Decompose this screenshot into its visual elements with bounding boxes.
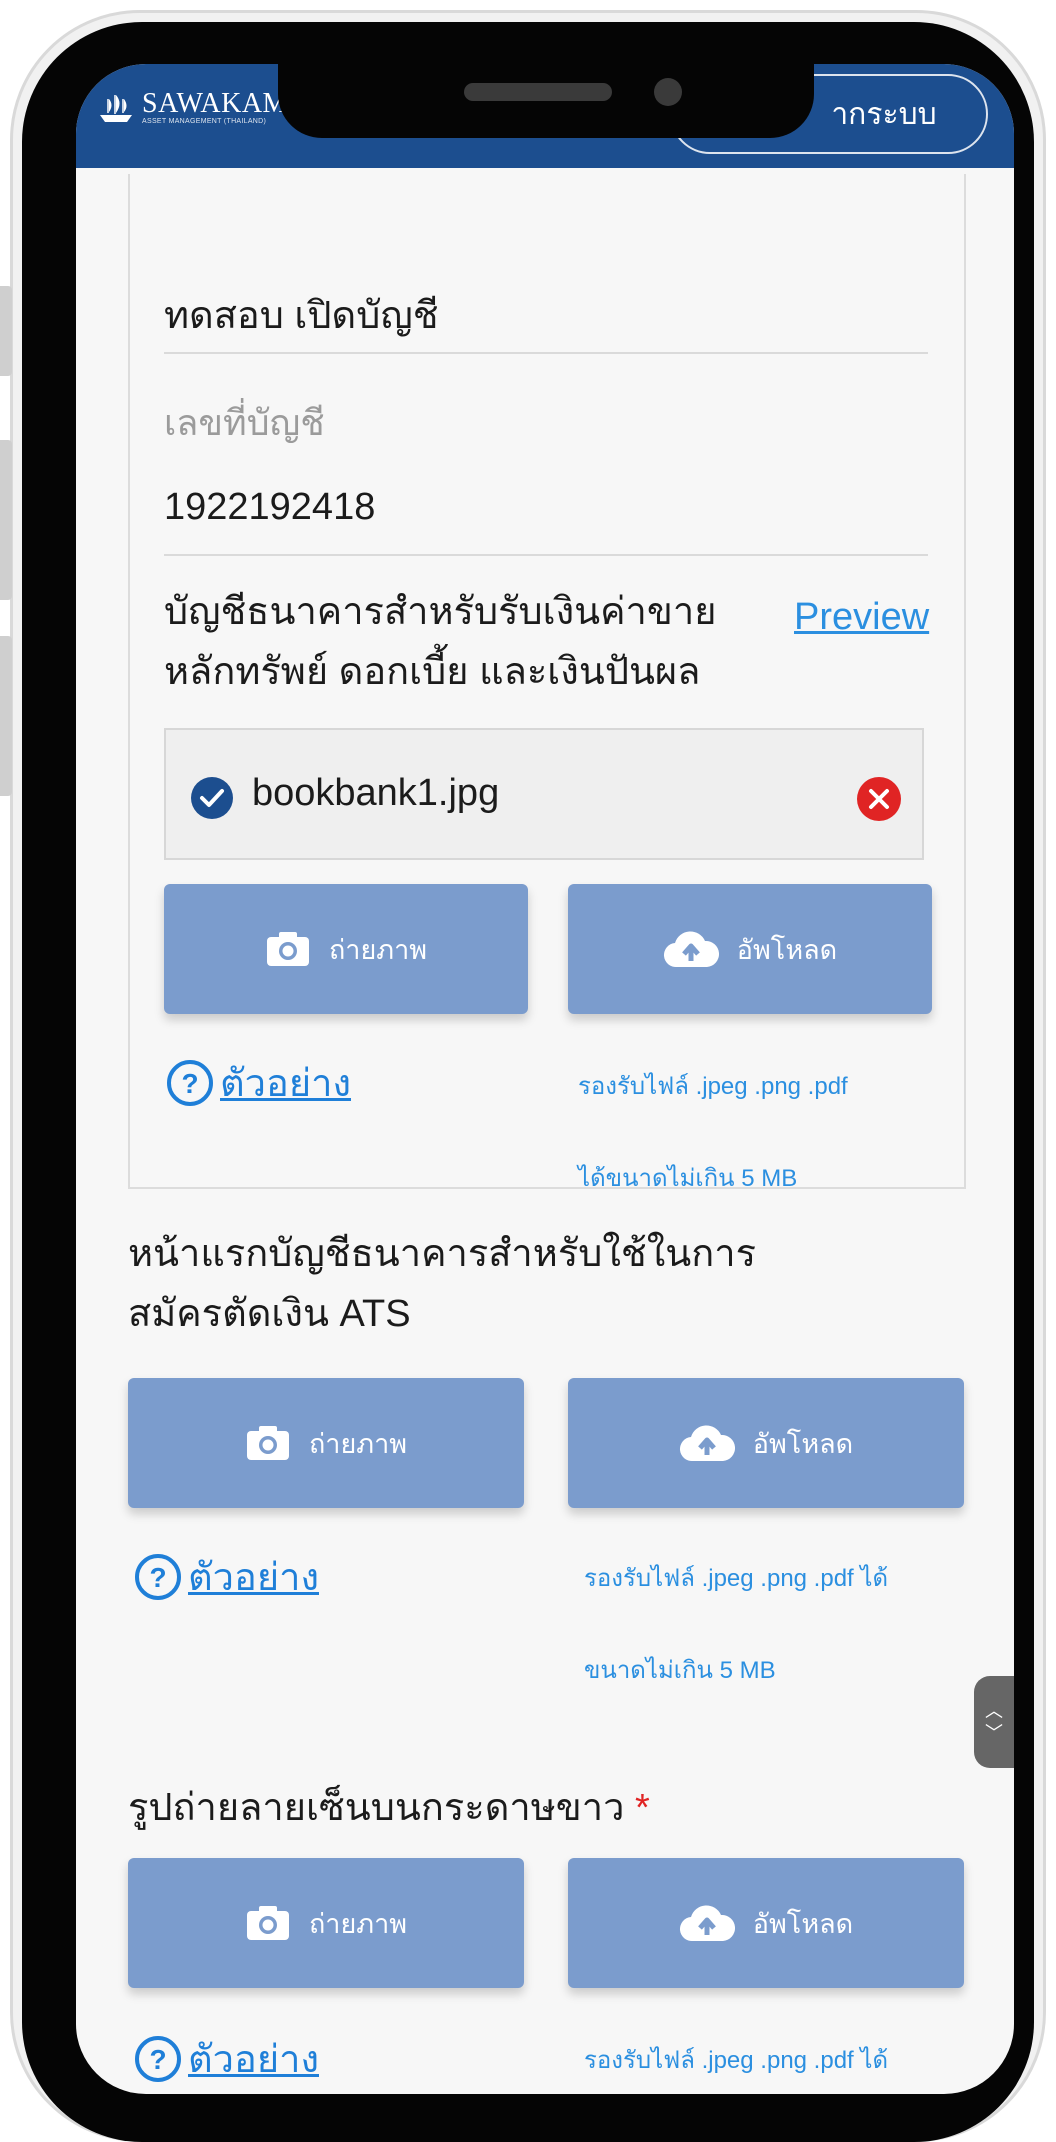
cloud-upload-icon <box>679 1425 735 1462</box>
signature-section-title: รูปถ่ายลายเซ็นบนกระดาษขาว * <box>128 1776 650 1837</box>
preview-link[interactable]: Preview <box>794 596 929 639</box>
camera-icon <box>266 932 309 966</box>
check-circle-icon <box>191 777 233 819</box>
account-number-label: เลขที่บัญชี <box>164 402 325 443</box>
ats-file-type-hint: รองรับไฟล์ .jpeg .png .pdf ได้ <box>584 1565 889 1592</box>
file-size-hint: ได้ขนาดไม่เกิน 5 MB <box>578 1165 798 1192</box>
remove-file-icon[interactable] <box>856 776 902 822</box>
example-label: ตัวอย่าง <box>188 1557 319 1599</box>
volume-up-button <box>0 440 12 600</box>
divider <box>164 554 928 556</box>
camera-icon <box>246 1426 289 1460</box>
help-circle-icon: ? <box>167 1059 213 1106</box>
ats-example-link[interactable]: ? ตัวอย่าง <box>134 1546 319 1607</box>
take-photo-button[interactable]: ถ่ายภาพ <box>164 884 528 1014</box>
signature-take-photo-button[interactable]: ถ่ายภาพ <box>128 1858 524 1988</box>
example-label: ตัวอย่าง <box>188 2039 319 2081</box>
file-type-hint: รองรับไฟล์ .jpeg .png .pdf <box>578 1073 848 1100</box>
upload-label: อัพโหลด <box>752 1908 854 1939</box>
divider <box>164 352 928 354</box>
signature-title-text: รูปถ่ายลายเซ็นบนกระดาษขาว <box>128 1787 625 1829</box>
signature-upload-button[interactable]: อัพโหลด <box>568 1858 964 1988</box>
sawakami-logo: SAWAKAMI ASSET MANAGEMENT (THAILAND) <box>96 90 298 125</box>
chevron-up-icon: ︿ <box>985 1701 1003 1721</box>
app-screen: SAWAKAMI ASSET MANAGEMENT (THAILAND) ากร… <box>76 64 1014 2094</box>
logo-name: SAWAKAMI <box>142 88 298 119</box>
example-link[interactable]: ? ตัวอย่าง <box>166 1052 351 1113</box>
ship-logo-icon <box>100 94 132 122</box>
take-photo-label: ถ่ายภาพ <box>328 934 428 965</box>
phone-notch <box>278 64 814 138</box>
signature-example-link[interactable]: ? ตัวอย่าง <box>134 2028 319 2089</box>
upload-label: อัพโหลด <box>752 1428 854 1459</box>
svg-text:?: ? <box>149 1562 166 1593</box>
front-camera <box>654 78 682 106</box>
ats-file-size-hint: ขนาดไม่เกิน 5 MB <box>584 1657 776 1684</box>
take-photo-label: ถ่ายภาพ <box>308 1428 408 1459</box>
uploaded-file-name: bookbank1.jpg <box>252 772 500 814</box>
bookbank-doc-label-line2: หลักทรัพย์ ดอกเบี้ย และเงินปันผล <box>164 651 701 693</box>
account-number-value: 1922192418 <box>164 486 376 528</box>
upload-button[interactable]: อัพโหลด <box>568 884 932 1014</box>
bookbank-doc-label-line1: บัญชีธนาคารสำหรับรับเงินค่าขาย <box>164 591 717 633</box>
mute-switch <box>0 286 12 376</box>
example-label: ตัวอย่าง <box>220 1063 351 1105</box>
bank-account-card: ทดสอบ เปิดบัญชี เลขที่บัญชี 1922192418 บ… <box>128 174 966 1192</box>
uploaded-file-item: bookbank1.jpg <box>164 728 924 860</box>
speaker-grille <box>464 83 612 101</box>
required-mark: * <box>635 1787 650 1829</box>
account-name-value: ทดสอบ เปิดบัญชี <box>164 295 439 337</box>
take-photo-label: ถ่ายภาพ <box>308 1908 408 1939</box>
cloud-upload-icon <box>663 931 719 968</box>
ats-take-photo-button[interactable]: ถ่ายภาพ <box>128 1378 524 1508</box>
volume-down-button <box>0 636 12 796</box>
upload-label: อัพโหลด <box>736 934 838 965</box>
camera-icon <box>246 1906 289 1940</box>
svg-text:?: ? <box>149 2044 166 2075</box>
chevron-down-icon: ﹀ <box>985 1723 1003 1743</box>
help-circle-icon: ? <box>135 1553 181 1600</box>
signature-file-type-hint: รองรับไฟล์ .jpeg .png .pdf ได้ <box>584 2047 889 2074</box>
logo-subtitle: ASSET MANAGEMENT (THAILAND) <box>142 118 267 125</box>
help-circle-icon: ? <box>135 2035 181 2082</box>
ats-section-title-line2: สมัครตัดเงิน ATS <box>128 1293 411 1335</box>
ats-upload-button[interactable]: อัพโหลด <box>568 1378 964 1508</box>
svg-text:?: ? <box>181 1068 198 1099</box>
cloud-upload-icon <box>679 1905 735 1942</box>
ats-section-title-line1: หน้าแรกบัญชีธนาคารสำหรับใช้ในการ <box>128 1233 756 1275</box>
scroll-indicator[interactable]: ︿ ﹀ <box>974 1676 1014 1768</box>
